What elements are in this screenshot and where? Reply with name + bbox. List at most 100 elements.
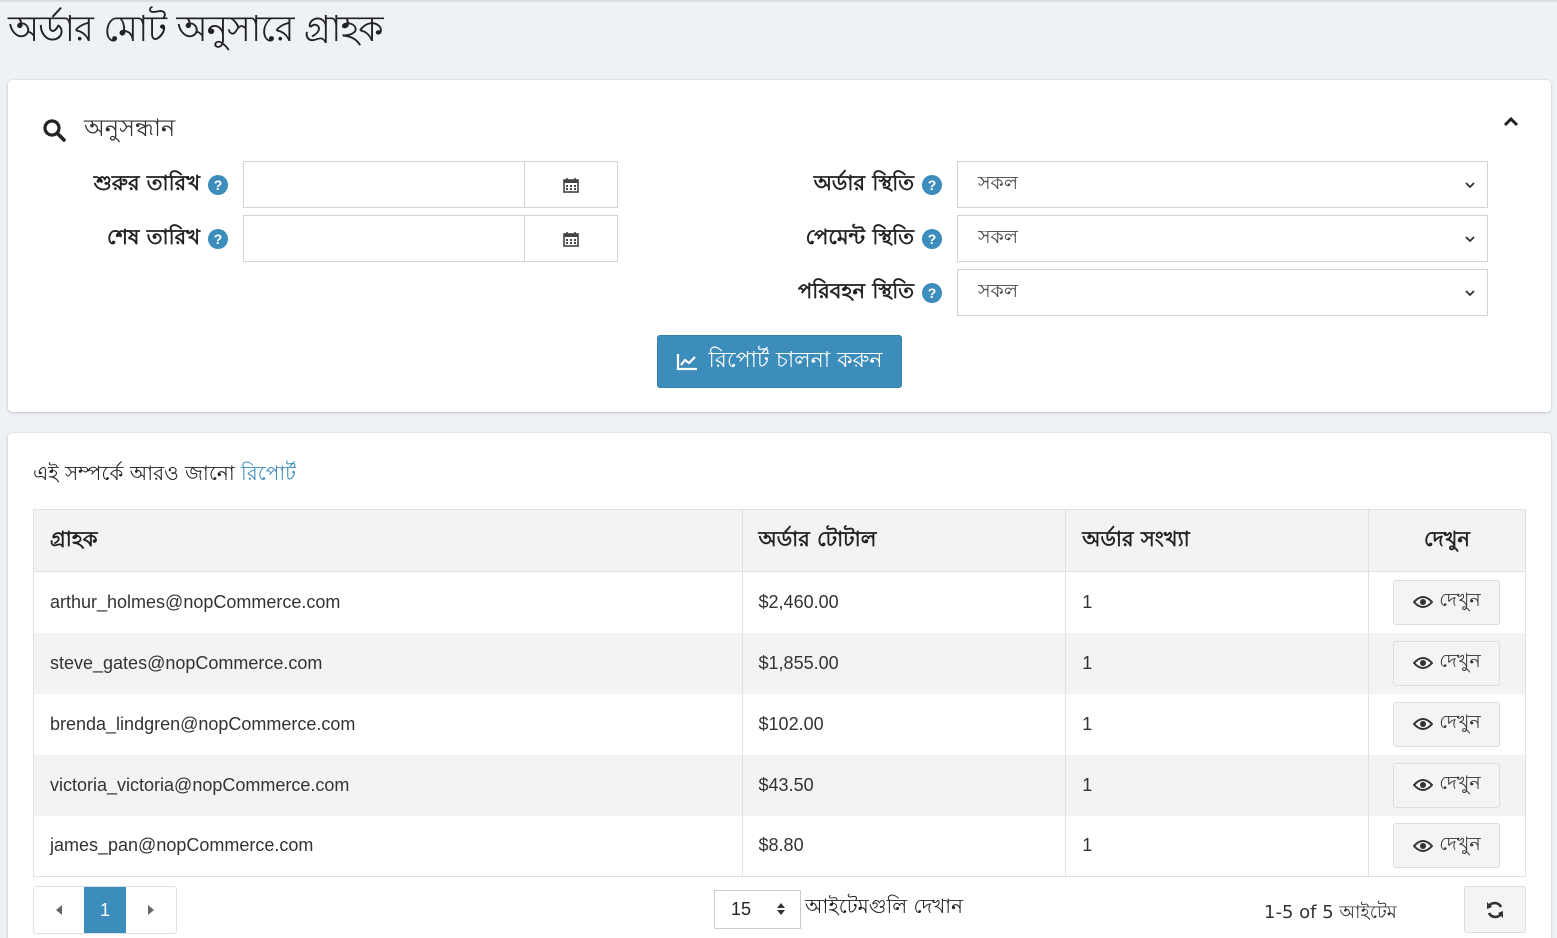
customer-cell: brenda_lindgren@nopCommerce.com <box>33 693 743 755</box>
learn-more-prefix: এই সম্পর্কে আরও জানো <box>33 461 235 485</box>
help-icon[interactable]: ? <box>208 228 228 249</box>
view-button-label: দেখুন <box>1439 772 1481 794</box>
help-icon[interactable]: ? <box>922 282 942 303</box>
pagination: 1 <box>33 886 177 934</box>
sort-updown-icon <box>777 903 785 915</box>
line-chart-icon <box>677 353 698 370</box>
view-cell: দেখুন <box>1367 693 1527 755</box>
page-button-current[interactable]: 1 <box>84 887 126 933</box>
page-size-select[interactable]: 15 <box>714 890 801 929</box>
payment-status-label-group: পেমেন্ট স্থিতি ? <box>708 215 942 262</box>
eye-icon <box>1413 718 1434 730</box>
run-report-button[interactable]: রিপোর্ট চালনা করুন <box>657 335 902 388</box>
customer-cell: james_pan@nopCommerce.com <box>33 815 743 877</box>
chevron-down-icon <box>1465 182 1475 189</box>
table-row: steve_gates@nopCommerce.com $1,855.00 1 … <box>33 632 1527 694</box>
eye-icon <box>1413 779 1434 791</box>
payment-status-select[interactable]: সকল <box>957 215 1488 262</box>
end-date-label: শেষ তারিখ <box>106 225 200 249</box>
start-date-label: শুরুর তারিখ <box>93 171 200 195</box>
order-status-label: অর্ডার স্থিতি <box>813 171 914 195</box>
customer-cell: steve_gates@nopCommerce.com <box>33 632 743 694</box>
order-status-select[interactable]: সকল <box>957 161 1488 208</box>
help-icon[interactable]: ? <box>208 174 228 195</box>
start-date-field[interactable] <box>243 161 618 208</box>
shipping-status-value: সকল <box>978 279 1019 302</box>
search-panel-header[interactable]: অনুসন্ধান <box>42 110 175 150</box>
column-header-customer[interactable]: গ্রাহক <box>33 509 743 572</box>
help-icon[interactable]: ? <box>922 174 942 195</box>
column-header-view: দেখুন <box>1367 509 1527 572</box>
view-button-label: দেখুন <box>1439 711 1481 733</box>
pager-info: 1-5 of 5 আইটেম <box>1264 902 1397 923</box>
order-count-cell: 1 <box>1065 815 1369 877</box>
view-button-label: দেখুন <box>1439 589 1481 612</box>
chevron-down-icon <box>1465 290 1475 297</box>
payment-status-label: পেমেন্ট স্থিতি <box>805 225 914 249</box>
customer-cell: arthur_holmes@nopCommerce.com <box>33 571 743 633</box>
refresh-button[interactable] <box>1464 886 1526 933</box>
order-count-cell: 1 <box>1065 632 1369 694</box>
caret-left-icon <box>56 905 62 915</box>
chevron-up-icon[interactable] <box>1501 112 1521 132</box>
page-size-value: 15 <box>731 899 752 919</box>
caret-right-icon <box>148 905 154 915</box>
table-row: james_pan@nopCommerce.com $8.80 1 দেখুন <box>33 815 1527 877</box>
view-button[interactable]: দেখুন <box>1393 823 1501 869</box>
table-row: victoria_victoria@nopCommerce.com $43.50… <box>33 754 1527 816</box>
refresh-icon <box>1487 901 1503 918</box>
shipping-status-label: পরিবহন স্থিতি <box>797 279 914 303</box>
column-header-order-total[interactable]: অর্ডার টোটাল <box>741 509 1067 572</box>
page-size-label: আইটেমগুলি দেখান <box>805 894 963 918</box>
results-panel: এই সম্পর্কে আরও জানো রিপোর্ট গ্রাহক অর্ড… <box>8 433 1551 938</box>
chevron-down-icon <box>1465 236 1475 243</box>
calendar-icon[interactable] <box>525 216 617 261</box>
order-total-cell: $2,460.00 <box>741 571 1067 633</box>
view-button[interactable]: দেখুন <box>1393 701 1501 747</box>
end-date-input[interactable] <box>244 216 525 261</box>
search-icon <box>43 119 66 142</box>
start-date-label-group: শুরুর তারিখ ? <box>48 161 228 208</box>
run-report-label: রিপোর্ট চালনা করুন <box>708 348 883 373</box>
search-panel: অনুসন্ধান শুরুর তারিখ ? শেষ তারিখ ? অর্ড… <box>8 80 1551 412</box>
customer-cell: victoria_victoria@nopCommerce.com <box>33 754 743 816</box>
help-icon[interactable]: ? <box>922 228 942 249</box>
order-count-cell: 1 <box>1065 693 1369 755</box>
order-status-label-group: অর্ডার স্থিতি ? <box>708 161 942 208</box>
page-title: অর্ডার মোট অনুসারে গ্রাহক <box>8 9 384 50</box>
view-cell: দেখুন <box>1367 754 1527 816</box>
order-total-cell: $43.50 <box>741 754 1067 816</box>
start-date-input[interactable] <box>244 162 525 207</box>
search-panel-title: অনুসন্ধান <box>84 114 176 142</box>
order-total-cell: $1,855.00 <box>741 632 1067 694</box>
shipping-status-label-group: পরিবহন স্থিতি ? <box>708 269 942 316</box>
end-date-field[interactable] <box>243 215 618 262</box>
view-button[interactable]: দেখুন <box>1393 640 1501 686</box>
order-count-cell: 1 <box>1065 571 1369 633</box>
view-button-label: দেখুন <box>1439 832 1481 855</box>
eye-icon <box>1413 596 1434 609</box>
order-count-cell: 1 <box>1065 754 1369 816</box>
shipping-status-select[interactable]: সকল <box>957 269 1488 316</box>
order-total-cell: $8.80 <box>741 815 1067 877</box>
end-date-label-group: শেষ তারিখ ? <box>48 215 228 262</box>
view-button-label: দেখুন <box>1439 650 1481 672</box>
table-row: brenda_lindgren@nopCommerce.com $102.00 … <box>33 693 1527 755</box>
order-total-cell: $102.00 <box>741 693 1067 755</box>
calendar-icon[interactable] <box>525 162 617 207</box>
customers-table: গ্রাহক অর্ডার টোটাল অর্ডার সংখ্যা দেখুন … <box>33 509 1527 877</box>
eye-icon <box>1413 839 1434 852</box>
previous-page-button[interactable] <box>34 887 84 933</box>
payment-status-value: সকল <box>978 225 1019 248</box>
view-button[interactable]: দেখুন <box>1393 762 1501 808</box>
eye-icon <box>1413 657 1434 669</box>
view-cell: দেখুন <box>1367 632 1527 694</box>
next-page-button[interactable] <box>126 887 176 933</box>
learn-more-text: এই সম্পর্কে আরও জানো রিপোর্ট <box>33 459 296 492</box>
view-cell: দেখুন <box>1367 815 1527 877</box>
table-header-row: গ্রাহক অর্ডার টোটাল অর্ডার সংখ্যা দেখুন <box>33 509 1527 572</box>
view-cell: দেখুন <box>1367 571 1527 633</box>
column-header-order-count[interactable]: অর্ডার সংখ্যা <box>1065 509 1369 572</box>
view-button[interactable]: দেখুন <box>1393 579 1501 625</box>
learn-more-link[interactable]: রিপোর্ট <box>241 461 296 485</box>
